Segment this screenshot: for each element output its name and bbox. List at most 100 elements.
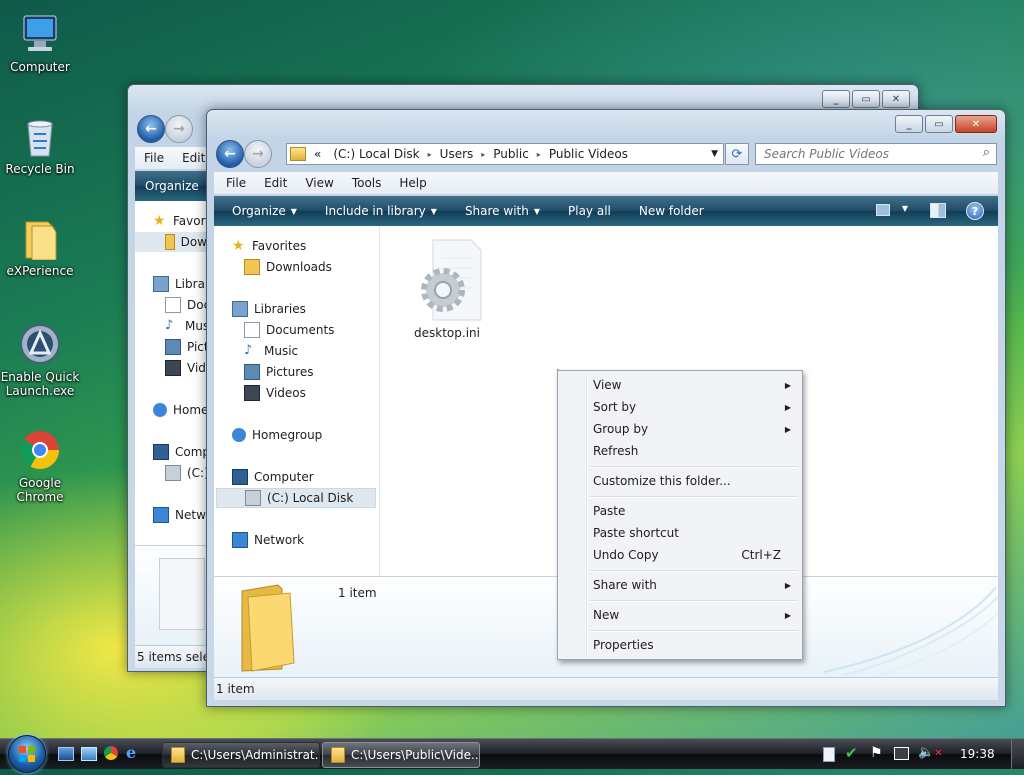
menu-item-group-by[interactable]: Group by ▶ [561,418,799,440]
breadcrumb-users[interactable]: Users [432,147,482,161]
desktop-icon-quick-launch[interactable]: Enable Quick Launch.exe [0,322,80,398]
maximize-button[interactable]: ▭ [852,90,880,108]
nav-libraries[interactable]: Librar [153,274,210,294]
menu-item-paste-shortcut[interactable]: Paste shortcut [561,522,799,544]
menu-item-customize-folder[interactable]: Customize this folder... [561,470,799,492]
minimize-button[interactable]: _ [895,115,923,133]
share-with-button[interactable]: Share with ▼ [447,204,550,218]
forward-button[interactable]: → [165,115,193,143]
menu-tools[interactable]: Tools [343,176,391,190]
taskbar-button-public-videos[interactable]: C:\Users\Public\Vide... [322,742,480,768]
taskbar-button-administrator[interactable]: C:\Users\Administrat... [162,742,320,768]
nav-favorites[interactable]: ★ Favorites [232,236,306,256]
forward-button[interactable]: → [244,140,272,168]
internet-explorer-icon[interactable]: e [126,743,136,762]
security-tray-icon[interactable]: ✔ [845,744,858,762]
nav-favorites[interactable]: ★ Favori [153,211,209,231]
submenu-arrow-icon: ▶ [784,424,791,434]
quick-launch-icon [18,322,62,366]
nav-libraries[interactable]: Libraries [232,299,306,319]
preview-pane-icon[interactable] [930,203,946,218]
menu-item-share-with[interactable]: Share with ▶ [561,574,799,596]
chevron-down-icon[interactable]: ▼ [711,149,718,159]
action-center-flag-icon[interactable]: ⚑ [870,745,883,761]
close-button[interactable]: ✕ [955,115,997,133]
button-label: Share with [464,204,529,218]
show-desktop-icon[interactable] [58,747,74,761]
close-button[interactable]: ✕ [882,90,910,108]
volume-muted-icon[interactable]: 🔈✕ [918,745,943,760]
maximize-button[interactable]: ▭ [925,115,953,133]
play-all-button[interactable]: Play all [550,204,621,218]
organize-button[interactable]: Organize ▼ [214,204,307,218]
search-input[interactable] [762,146,976,162]
nav-documents[interactable]: Documents [244,320,334,340]
nav-documents[interactable]: Doc [165,295,210,315]
chevron-down-icon[interactable]: ▼ [902,204,908,213]
help-icon[interactable]: ? [966,202,984,220]
menu-item-refresh[interactable]: Refresh [561,440,799,462]
desktop-icon-computer[interactable]: Computer [0,12,80,74]
desktop-icon-chrome[interactable]: Google Chrome [0,428,80,504]
nav-local-disk[interactable]: (C:) [165,463,209,483]
nav-homegroup[interactable]: Home [153,400,208,420]
search-icon[interactable]: ⌕ [983,145,990,160]
breadcrumb-overflow[interactable]: « [306,147,325,161]
nav-network[interactable]: Netw [153,505,206,525]
menu-item-properties[interactable]: Properties [561,634,799,656]
back-button[interactable]: ← [137,115,165,143]
nav-music[interactable]: ♪ Music [244,341,298,361]
menu-item-new[interactable]: New ▶ [561,604,799,626]
back-button[interactable]: ← [216,140,244,168]
desktop-icon-label: Google Chrome [16,476,64,504]
nav-videos[interactable]: Videos [244,383,306,403]
breadcrumb-public[interactable]: Public [485,147,537,161]
menu-item-undo-copy[interactable]: Undo Copy Ctrl+Z [561,544,799,566]
back-menu-bar: File Edit [135,147,207,169]
include-in-library-button[interactable]: Include in library ▼ [307,204,447,218]
nav-computer[interactable]: Computer [232,467,314,487]
breadcrumb-public-videos[interactable]: Public Videos [541,147,636,161]
windows-logo-icon [19,746,35,762]
menu-item-sort-by[interactable]: Sort by ▶ [561,396,799,418]
downloads-folder-icon [244,259,260,275]
file-item[interactable]: desktop.ini [392,238,502,340]
desktop-icon-recycle-bin[interactable]: Recycle Bin [0,114,80,176]
new-folder-button[interactable]: New folder [621,204,714,218]
menu-view[interactable]: View [296,176,342,190]
switch-windows-icon[interactable] [81,747,97,761]
address-bar[interactable]: « (C:) Local Disk ▸ Users ▸ Public ▸ Pub… [286,143,724,165]
nav-downloads[interactable]: Downloads [244,257,332,277]
show-desktop-button[interactable] [1011,739,1024,769]
nav-label: Computer [254,470,314,484]
menu-file[interactable]: File [135,151,173,165]
menu-item-view[interactable]: View ▶ [561,374,799,396]
menu-item-label: Properties [593,638,654,652]
menu-help[interactable]: Help [390,176,435,190]
menu-item-paste[interactable]: Paste [561,500,799,522]
nav-network[interactable]: Network [232,530,304,550]
breadcrumb-local-disk[interactable]: (C:) Local Disk [325,147,427,161]
menu-edit[interactable]: Edit [255,176,296,190]
organize-button[interactable]: Organize [135,179,209,193]
nav-local-disk[interactable]: (C:) Local Disk [216,488,376,508]
nav-homegroup[interactable]: Homegroup [232,425,322,445]
menu-item-label: View [593,378,622,392]
menu-file[interactable]: File [214,176,255,190]
chrome-quick-launch-icon[interactable] [104,746,118,760]
search-box[interactable]: ⌕ [755,143,997,165]
nav-pictures[interactable]: Pictures [244,362,314,382]
submenu-arrow-icon: ▶ [784,402,791,412]
nav-downloads[interactable]: Dow [135,232,207,252]
view-options-icon[interactable] [876,204,890,216]
clock[interactable]: 19:38 [960,747,995,761]
notes-tray-icon[interactable] [823,747,835,762]
network-tray-icon[interactable] [894,747,909,760]
nav-pictures[interactable]: Pict [165,337,209,357]
minimize-button[interactable]: _ [822,90,850,108]
refresh-button[interactable]: ⟳ [725,143,749,165]
start-button[interactable] [8,735,46,773]
desktop-icon-experience[interactable]: eXPerience [0,216,80,278]
arrow-right-icon: → [173,121,185,137]
nav-computer[interactable]: Comp [153,442,210,462]
